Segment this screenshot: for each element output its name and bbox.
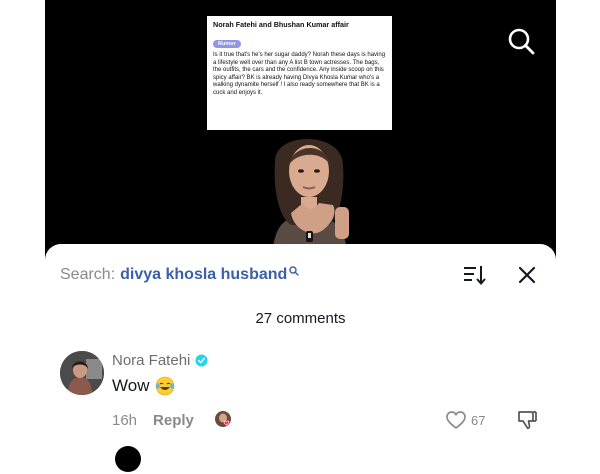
post-body: Is it true that's he's her sugar daddy? … [213,52,386,96]
heart-icon [446,411,466,430]
search-prefix: Search: [60,266,116,283]
comments-sheet: Search: divya khosla husband 27 comments [45,244,556,474]
thumbs-down-icon [518,411,537,430]
comment-username[interactable]: Nora Fatehi [112,352,190,369]
like-count: 67 [471,412,486,428]
like-button[interactable]: 67 [445,410,485,430]
comment-author-row: Nora Fatehi [112,352,208,369]
close-icon [518,266,536,284]
laughing-tears-emoji-icon [156,376,175,396]
search-mini-icon [289,266,299,276]
post-tag: Rumor [213,40,241,48]
reply-button[interactable]: Reply [153,412,194,429]
comment-search-query[interactable]: Search: divya khosla husband [60,264,299,286]
comment-text-row: Wow [112,376,175,396]
verified-badge-icon [195,354,208,367]
video-player[interactable]: Norah Fatehi and Bhushan Kumar affair Ru… [45,0,556,262]
sort-button[interactable] [463,264,487,286]
search-icon [508,28,535,55]
comment-time: 16h [112,411,138,429]
comment-count: 27 comments [255,310,346,327]
search-button[interactable] [506,26,536,56]
post-title: Norah Fatehi and Bhushan Kumar affair [213,20,349,29]
comment-meta-row: 16h Reply [112,410,234,430]
close-button[interactable] [516,264,538,286]
sort-icon [464,266,486,286]
avatar[interactable] [60,351,104,395]
search-term[interactable]: divya khosla husband [120,266,287,284]
liked-by-creator-avatar [214,410,234,430]
comment-text: Wow [112,376,150,395]
creator-image [263,127,355,262]
dislike-button[interactable] [516,409,538,431]
screenshot-post-card: Norah Fatehi and Bhushan Kumar affair Ru… [207,16,392,130]
